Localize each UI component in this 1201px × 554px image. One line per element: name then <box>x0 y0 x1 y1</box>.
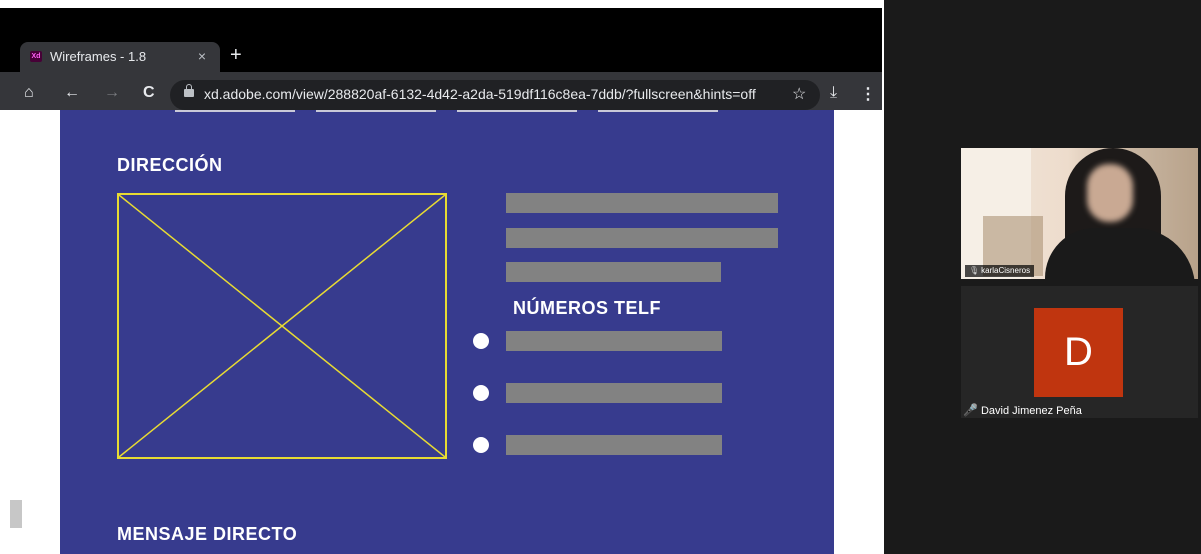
phone-line <box>506 435 722 455</box>
tab-title: Wireframes - 1.8 <box>50 49 147 64</box>
meeting-participants-panel: 🎙 karlaCisneros D 🎤 David Jimenez Peña <box>884 0 1201 554</box>
browser-tab[interactable]: Xd Wireframes - 1.8 × <box>20 42 220 72</box>
address-bar[interactable]: xd.adobe.com/view/288820af-6132-4d42-a2d… <box>170 80 820 110</box>
muted-microphone-icon: 🎤 <box>963 403 978 417</box>
address-text-line <box>506 262 721 282</box>
participant-avatar-tile[interactable]: D <box>961 286 1198 418</box>
participant-name-label: 🎤 David Jimenez Peña <box>963 403 1082 417</box>
bullet-icon <box>473 385 489 401</box>
nav-underline <box>457 110 577 112</box>
back-icon[interactable]: ← <box>64 84 80 102</box>
microphone-icon: 🎙 <box>969 266 980 275</box>
browser-chrome: Xd Wireframes - 1.8 × + ⌂ ← → C xd.adobe… <box>0 8 882 118</box>
bullet-icon <box>473 437 489 453</box>
new-tab-button[interactable]: + <box>230 45 242 65</box>
participant-body <box>1045 228 1195 279</box>
nav-underline <box>175 110 295 112</box>
map-placeholder <box>117 193 447 459</box>
lock-icon <box>184 84 194 97</box>
menu-icon[interactable]: ⋮ <box>860 84 876 104</box>
bullet-icon <box>473 333 489 349</box>
placeholder-cross-icon <box>119 195 445 457</box>
download-icon[interactable]: ⤓ <box>830 84 837 102</box>
wireframe-artboard: DIRECCIÓN NÚMEROS TELF MENSAJE DIRECTO <box>60 110 834 554</box>
participant-avatar: D <box>1034 308 1123 397</box>
participant-name: karlaCisneros <box>981 266 1031 275</box>
message-heading: MENSAJE DIRECTO <box>117 524 298 544</box>
participant-name-tag: 🎙 karlaCisneros <box>965 265 1035 277</box>
home-icon[interactable]: ⌂ <box>24 84 34 102</box>
forward-icon[interactable]: → <box>104 84 120 102</box>
address-text-line <box>506 193 778 213</box>
address-text-line <box>506 228 778 248</box>
bookmark-star-icon[interactable]: ☆ <box>792 84 806 104</box>
left-scroll-strip <box>10 460 22 530</box>
address-heading: DIRECCIÓN <box>117 155 223 175</box>
nav-underline <box>598 110 718 112</box>
participant-name: David Jimenez Peña <box>980 405 1082 417</box>
phone-line <box>506 383 722 403</box>
adobe-xd-icon: Xd <box>30 51 42 62</box>
shared-screen: Xd Wireframes - 1.8 × + ⌂ ← → C xd.adobe… <box>0 0 884 554</box>
scroll-handle[interactable] <box>10 500 22 528</box>
participant-face <box>1087 164 1133 222</box>
phone-line <box>506 331 722 351</box>
close-tab-icon[interactable]: × <box>198 48 206 64</box>
url-text: xd.adobe.com/view/288820af-6132-4d42-a2d… <box>204 86 756 102</box>
participant-video-tile[interactable]: 🎙 karlaCisneros <box>961 148 1198 279</box>
xd-prototype-view: DIRECCIÓN NÚMEROS TELF MENSAJE DIRECTO <box>0 110 884 554</box>
phone-heading: NÚMEROS TELF <box>513 298 661 318</box>
nav-underline <box>316 110 436 112</box>
reload-icon[interactable]: C <box>143 84 155 102</box>
